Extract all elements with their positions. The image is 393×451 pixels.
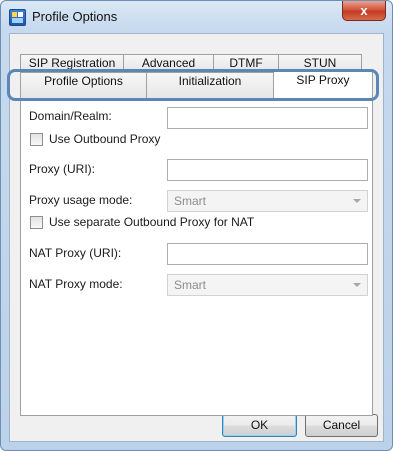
proxy-uri-input[interactable]: [167, 159, 368, 181]
nat-proxy-mode-select[interactable]: Smart: [167, 274, 368, 296]
use-outbound-proxy-checkbox[interactable]: [30, 133, 43, 146]
tab-advanced[interactable]: Advanced: [123, 54, 214, 72]
title-bar[interactable]: Profile Options x: [1, 1, 392, 33]
nat-proxy-mode-label: NAT Proxy mode:: [29, 277, 123, 291]
nat-proxy-uri-input[interactable]: [167, 243, 368, 265]
tab-sip-registration[interactable]: SIP Registration: [20, 54, 124, 72]
nat-proxy-mode-value: Smart: [174, 278, 207, 292]
separate-nat-proxy-label[interactable]: Use separate Outbound Proxy for NAT: [49, 215, 254, 229]
cancel-button[interactable]: Cancel: [305, 414, 378, 437]
tab-sip-proxy[interactable]: SIP Proxy: [273, 70, 373, 99]
nat-proxy-uri-label: NAT Proxy (URI):: [29, 246, 122, 260]
use-outbound-proxy-label[interactable]: Use Outbound Proxy: [49, 132, 160, 146]
app-icon: [9, 9, 26, 26]
tab-initialization[interactable]: Initialization: [146, 72, 274, 98]
proxy-usage-mode-label: Proxy usage mode:: [29, 193, 133, 207]
ok-button[interactable]: OK: [222, 414, 297, 437]
profile-options-dialog: Profile Options x SIP Registration Advan…: [0, 0, 393, 451]
close-button[interactable]: x: [342, 1, 386, 21]
proxy-usage-mode-value: Smart: [174, 194, 207, 208]
proxy-usage-mode-select[interactable]: Smart: [167, 190, 368, 212]
chevron-down-icon: [353, 199, 361, 203]
window-title: Profile Options: [32, 9, 118, 24]
tab-dtmf[interactable]: DTMF: [213, 54, 279, 72]
domain-realm-label: Domain/Realm:: [29, 109, 112, 123]
tab-profile-options[interactable]: Profile Options: [20, 72, 147, 98]
proxy-uri-label: Proxy (URI):: [29, 162, 95, 176]
separate-nat-proxy-checkbox[interactable]: [30, 216, 43, 229]
chevron-down-icon: [353, 283, 361, 287]
domain-realm-input[interactable]: [167, 107, 368, 129]
dialog-client-area: SIP Registration Advanced DTMF STUN Prof…: [9, 33, 384, 442]
sip-proxy-panel: Domain/Realm: Use Outbound Proxy Proxy (…: [20, 98, 373, 416]
